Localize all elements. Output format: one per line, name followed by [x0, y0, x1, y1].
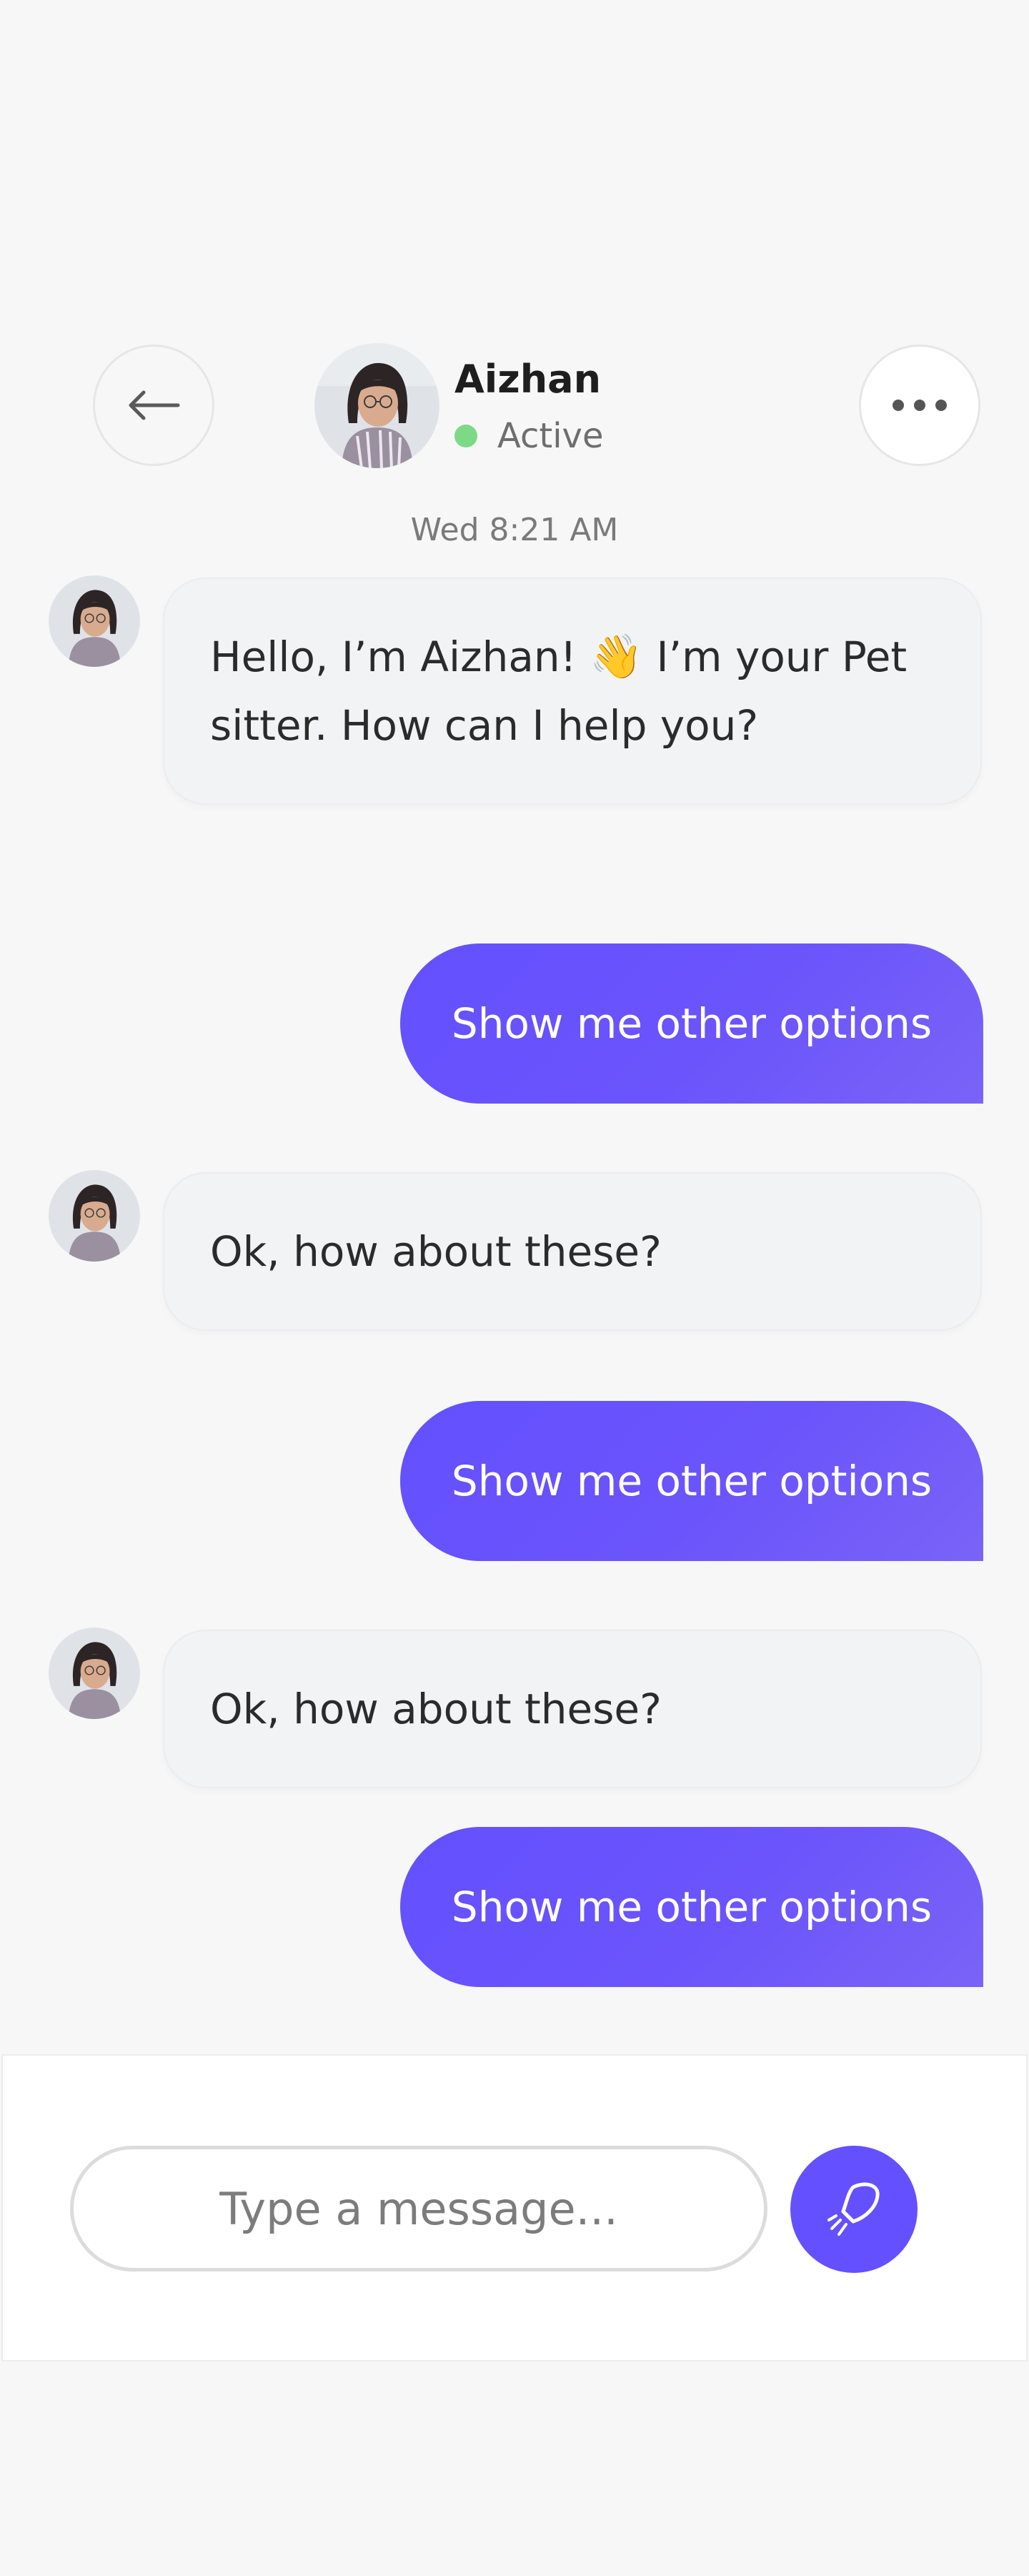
message-text: Ok, how about these? [210, 1227, 662, 1276]
back-button[interactable] [93, 345, 214, 466]
message-composer [1, 2054, 1028, 2362]
send-button[interactable] [790, 2146, 918, 2273]
incoming-message: Hello, I’m Aizhan! 👋 I’m your Pet sitter… [163, 578, 982, 805]
sender-avatar [49, 1628, 140, 1719]
waving-hand-emoji: 👋 [590, 632, 644, 682]
avatar-photo [49, 575, 140, 667]
sender-avatar [49, 575, 140, 667]
incoming-message: Ok, how about these? [163, 1630, 982, 1788]
send-paper-plane-icon [827, 2182, 880, 2236]
outgoing-message: Show me other options [400, 943, 983, 1104]
chat-screen: Aizhan Active Wed 8:21 AM Hello, I’m Aiz… [0, 0, 1029, 2576]
message-text: Ok, how about these? [210, 1685, 662, 1733]
incoming-message: Ok, how about these? [163, 1172, 982, 1331]
arrow-left-icon [129, 390, 180, 420]
outgoing-message: Show me other options [400, 1827, 983, 1987]
avatar-photo [49, 1170, 140, 1262]
message-text: Hello, I’m Aizhan! 👋 I’m your Pet sitter… [210, 632, 908, 750]
message-text: Show me other options [451, 1457, 933, 1505]
more-horizontal-icon [893, 400, 947, 411]
message-text: Show me other options [451, 1883, 933, 1931]
contact-name: Aizhan [454, 357, 602, 402]
contact-status: Active [497, 416, 604, 456]
message-text: Show me other options [451, 999, 933, 1048]
avatar-photo [314, 343, 439, 468]
contact-avatar[interactable] [314, 343, 439, 468]
conversation-timestamp: Wed 8:21 AM [410, 512, 619, 548]
sender-avatar [49, 1170, 140, 1262]
more-options-button[interactable] [859, 345, 980, 466]
message-input[interactable] [70, 2146, 767, 2272]
outgoing-message: Show me other options [400, 1401, 983, 1561]
status-indicator-dot [454, 425, 477, 447]
avatar-photo [49, 1628, 140, 1719]
